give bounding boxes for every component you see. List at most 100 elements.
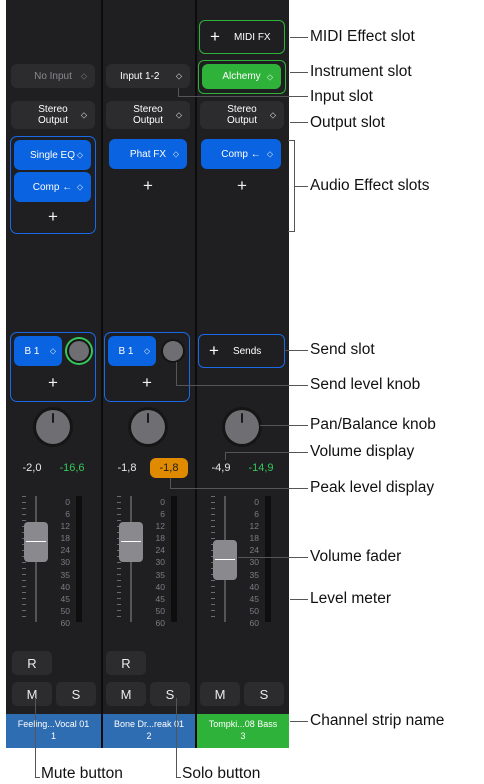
output-slot-label-2: Output (226, 115, 258, 126)
audio-effect-label: Comp ← (221, 148, 261, 160)
instrument-label: Alchemy (222, 71, 261, 82)
output-slot-label-1: Stereo (133, 104, 163, 115)
leader-line (290, 599, 308, 600)
send-bus-label: B 1 (24, 345, 40, 357)
callout-volume-display: Volume display (310, 443, 415, 460)
meter-scale: 0 6 12 18 24 30 35 40 45 50 60 (155, 497, 165, 628)
send-slot[interactable]: + Sends (198, 334, 285, 368)
instrument-slot[interactable]: Alchemy ◇ (202, 64, 281, 89)
callout-midi-effect-slot: MIDI Effect slot (310, 28, 415, 45)
output-slot-label-2: Output (132, 115, 164, 126)
output-slot-label-2: Output (37, 115, 69, 126)
record-enable-button[interactable]: R (12, 651, 52, 675)
channel-number: 2 (146, 731, 152, 741)
add-send-button[interactable]: + (11, 373, 95, 393)
send-bus-selector[interactable]: B 1 ◇ (108, 336, 156, 366)
leader-line (176, 385, 308, 386)
chevron-updown-icon: ◇ (49, 346, 56, 356)
audio-effect-slot[interactable]: Comp ← ◇ (201, 139, 281, 169)
meter-scale: 0 6 12 18 24 30 35 40 45 50 60 (249, 497, 259, 628)
solo-button[interactable]: S (244, 682, 284, 706)
chevron-updown-icon: ◇ (76, 182, 83, 192)
leader-line (290, 37, 308, 38)
chevron-updown-icon: ◇ (269, 110, 276, 120)
chevron-updown-icon: ◇ (172, 149, 179, 159)
chevron-updown-icon: ◇ (80, 110, 87, 120)
callout-send-level-knob: Send level knob (310, 376, 421, 393)
input-slot[interactable]: No Input ◇ (11, 64, 95, 88)
solo-button[interactable]: S (56, 682, 96, 706)
leader-line (35, 777, 40, 778)
callout-instrument-slot: Instrument slot (310, 63, 412, 80)
input-slot-label: No Input (34, 70, 72, 82)
callout-channel-strip-name: Channel strip name (310, 712, 445, 729)
pan-balance-knob[interactable] (36, 410, 70, 444)
send-level-knob[interactable] (163, 341, 183, 361)
chevron-updown-icon: ◇ (266, 149, 273, 159)
leader-line (284, 350, 308, 351)
leader-line (225, 452, 308, 453)
leader-line (170, 488, 308, 489)
leader-line (290, 122, 308, 123)
chevron-updown-icon: ◇ (80, 71, 87, 81)
midi-fx-label: MIDI FX (233, 31, 271, 43)
chevron-updown-icon: ◇ (266, 72, 273, 81)
input-slot[interactable]: Input 1-2 ◇ (106, 64, 190, 88)
output-slot[interactable]: Stereo Output ◇ (11, 101, 95, 129)
peak-level-display[interactable]: -16,6 (52, 462, 92, 474)
send-level-knob[interactable] (69, 341, 89, 361)
meter-scale: 0 6 12 18 24 30 35 40 45 50 60 (60, 497, 70, 628)
leader-line (238, 557, 308, 558)
mute-button[interactable]: M (12, 682, 52, 706)
add-audio-effect-button[interactable]: + (195, 176, 289, 196)
pan-balance-knob[interactable] (225, 410, 259, 444)
peak-level-display[interactable]: -1,8 (150, 458, 188, 478)
plus-icon: + (209, 341, 219, 360)
output-slot-label-1: Stereo (227, 104, 257, 115)
leader-line (294, 186, 308, 187)
callout-pan-balance-knob: Pan/Balance knob (310, 416, 436, 433)
send-bus-label: B 1 (118, 345, 134, 357)
volume-fader[interactable] (213, 540, 237, 580)
channel-name-text: Tompki...08 Bass (208, 719, 278, 729)
leader-line (260, 425, 308, 426)
audio-effect-label: Comp ← (32, 181, 73, 193)
volume-display[interactable]: -1,8 (107, 462, 147, 474)
callout-input-slot: Input slot (310, 88, 373, 105)
audio-effect-slot[interactable]: Phat FX ◇ (109, 139, 187, 169)
output-slot[interactable]: Stereo Output ◇ (106, 101, 190, 129)
channel-strip-name[interactable]: Feeling...Vocal 01 1 (6, 714, 101, 748)
mute-button[interactable]: M (200, 682, 240, 706)
leader-line (35, 698, 36, 778)
add-audio-effect-button[interactable]: + (101, 176, 195, 196)
channel-number: 3 (240, 731, 246, 741)
leader-line (176, 362, 177, 385)
pan-balance-knob[interactable] (131, 410, 165, 444)
instrument-slot-frame: Alchemy ◇ (198, 60, 286, 94)
channel-strip-name[interactable]: Tompki...08 Bass 3 (197, 714, 289, 748)
output-slot[interactable]: Stereo Output ◇ (200, 101, 284, 129)
mixer-panel: No Input ◇ Stereo Output ◇ Single EQ ◇ C… (6, 0, 289, 748)
sends-label: Sends (232, 345, 262, 357)
volume-display[interactable]: -2,0 (12, 462, 52, 474)
leader-line (176, 698, 177, 778)
send-bus-selector[interactable]: B 1 ◇ (14, 336, 62, 366)
audio-effect-label: Single EQ (29, 149, 76, 161)
level-meter (171, 496, 177, 622)
channel-strip-name[interactable]: Bone Dr...reak 01 2 (103, 714, 195, 748)
audio-effect-slot[interactable]: Single EQ ◇ (14, 140, 91, 170)
midi-effect-slot[interactable]: + MIDI FX (199, 20, 285, 54)
volume-fader[interactable] (119, 522, 143, 562)
volume-fader[interactable] (24, 522, 48, 562)
send-slot: B 1 ◇ + (104, 332, 190, 402)
leader-line (176, 777, 181, 778)
peak-level-display[interactable]: -14,9 (241, 462, 281, 474)
add-audio-effect-button[interactable]: + (11, 207, 95, 227)
volume-display[interactable]: -4,9 (201, 462, 241, 474)
audio-effect-label: Phat FX (129, 148, 167, 160)
audio-effect-slot[interactable]: Comp ← ◇ (14, 172, 91, 202)
solo-button[interactable]: S (150, 682, 190, 706)
callout-level-meter: Level meter (310, 590, 391, 607)
record-enable-button[interactable]: R (106, 651, 146, 675)
mute-button[interactable]: M (106, 682, 146, 706)
